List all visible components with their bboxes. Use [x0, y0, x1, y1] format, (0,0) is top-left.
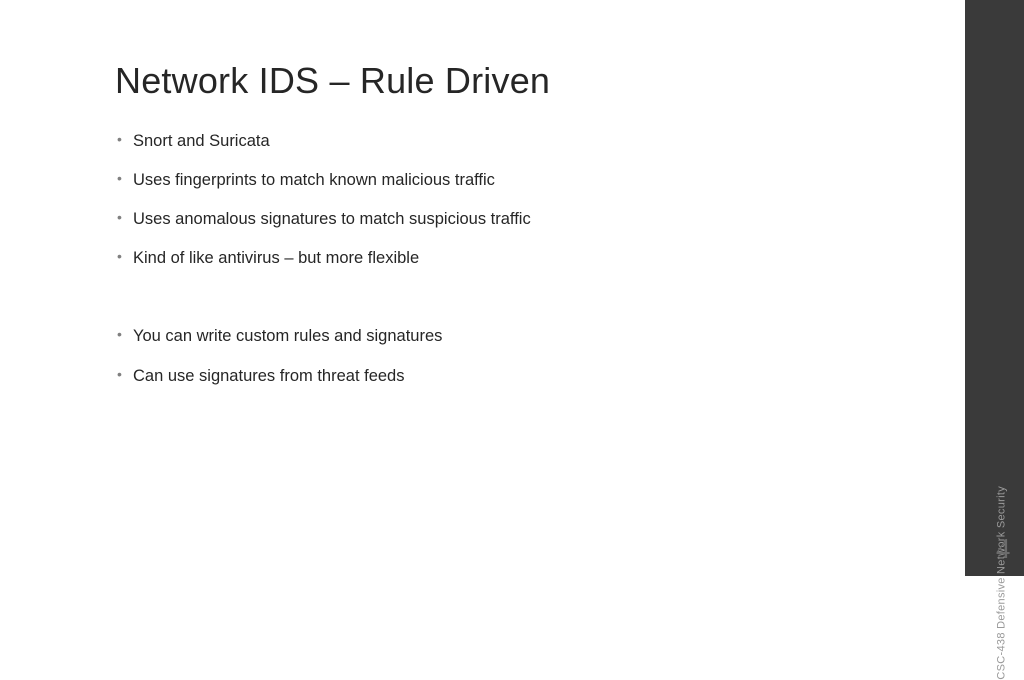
bullet-item: Can use signatures from threat feeds	[115, 365, 865, 388]
bullet-item: Uses fingerprints to match known malicio…	[115, 169, 865, 192]
sidebar-strip: CSC-438 Defensive Network Security 4	[965, 0, 1024, 576]
page-number: 4	[996, 534, 1010, 566]
bullet-list: Snort and Suricata Uses fingerprints to …	[115, 130, 865, 388]
bullet-item: Snort and Suricata	[115, 130, 865, 153]
slide-content: Network IDS – Rule Driven Snort and Suri…	[0, 0, 965, 444]
bullet-item: Kind of like antivirus – but more flexib…	[115, 247, 865, 270]
course-label: CSC-438 Defensive Network Security	[996, 486, 1008, 680]
slide-title: Network IDS – Rule Driven	[115, 60, 865, 102]
bullet-item: You can write custom rules and signature…	[115, 325, 865, 348]
bullet-item: Uses anomalous signatures to match suspi…	[115, 208, 865, 231]
